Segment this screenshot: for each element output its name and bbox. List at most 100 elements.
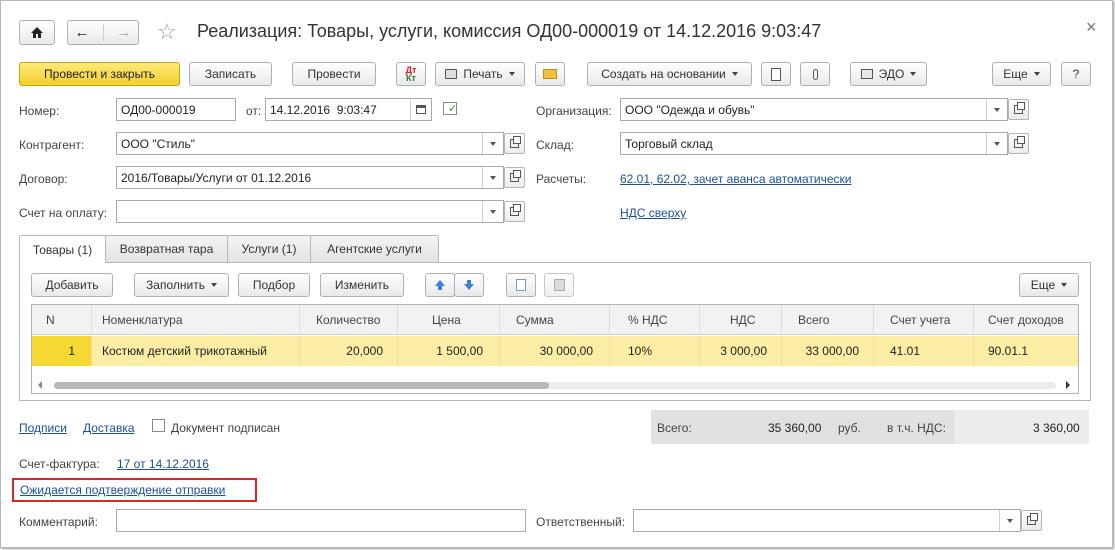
table-more-button[interactable]: Еще: [1019, 273, 1079, 297]
cell-n[interactable]: 1: [32, 336, 92, 366]
table-row[interactable]: 1 Костюм детский трикотажный 20,000 1 50…: [32, 336, 1078, 366]
dt-kt-button[interactable]: Дт Кт: [396, 62, 426, 86]
post-and-close-button[interactable]: Провести и закрыть: [19, 62, 180, 86]
col-quantity[interactable]: Количество: [300, 305, 398, 335]
chevron-down-icon[interactable]: [482, 201, 503, 222]
responsible-field[interactable]: [633, 509, 1021, 532]
print-label: Печать: [463, 67, 503, 81]
window-title: Реализация: Товары, услуги, комиссия ОД0…: [197, 21, 822, 41]
col-n[interactable]: N: [32, 305, 92, 335]
date-label: от:: [246, 104, 262, 118]
open-organization-button[interactable]: [1008, 99, 1029, 120]
move-up-button[interactable]: [425, 273, 455, 297]
cell-nomenclature[interactable]: Костюм детский трикотажный: [92, 336, 300, 366]
chevron-down-icon[interactable]: [482, 133, 503, 154]
cell-vat-rate[interactable]: 10%: [610, 336, 700, 366]
col-sum[interactable]: Сумма: [500, 305, 610, 335]
scroll-left-icon[interactable]: [38, 381, 42, 389]
chevron-down-icon[interactable]: [986, 99, 1007, 120]
counterparty-field[interactable]: ООО "Стиль": [116, 132, 504, 155]
organization-label: Организация:: [536, 104, 612, 118]
move-down-button[interactable]: [454, 273, 484, 297]
open-responsible-button[interactable]: [1021, 510, 1042, 531]
awaiting-confirmation-link[interactable]: Ожидается подтверждение отправки: [20, 483, 225, 497]
col-vat-rate[interactable]: % НДС: [610, 305, 700, 335]
cell-price[interactable]: 1 500,00: [398, 336, 500, 366]
col-nomenclature[interactable]: Номенклатура: [92, 305, 300, 335]
cell-sum[interactable]: 30 000,00: [500, 336, 610, 366]
more-label: Еще: [1003, 67, 1028, 81]
comment-field[interactable]: [116, 509, 526, 532]
contract-field[interactable]: 2016/Товары/Услуги от 01.12.2016: [116, 166, 504, 189]
print-button[interactable]: Печать: [435, 62, 525, 86]
cell-account[interactable]: 41.01: [874, 336, 974, 366]
delivery-link[interactable]: Доставка: [83, 421, 135, 435]
tab-services[interactable]: Услуги (1): [227, 235, 311, 262]
posted-status-icon: ✓: [443, 102, 457, 115]
scrollbar-thumb[interactable]: [54, 382, 549, 389]
tab-returnable-packaging[interactable]: Возвратная тара: [105, 235, 228, 262]
date-field[interactable]: 14.12.2016 9:03:47: [265, 98, 432, 121]
document-signed-checkbox[interactable]: [152, 419, 165, 432]
email-button[interactable]: [535, 62, 565, 86]
paste-rows-button[interactable]: [544, 273, 574, 297]
tab-agent-services[interactable]: Агентские услуги: [310, 235, 439, 262]
vat-on-top-link[interactable]: НДС сверху: [620, 206, 686, 220]
favorite-star-icon[interactable]: ☆: [157, 19, 177, 45]
help-button[interactable]: ?: [1061, 62, 1091, 86]
envelope-icon: [543, 69, 557, 79]
contract-value: 2016/Товары/Услуги от 01.12.2016: [121, 170, 312, 185]
copy-icon: [516, 279, 526, 291]
total-label: Всего:: [657, 421, 692, 435]
scroll-right-icon[interactable]: [1066, 381, 1070, 389]
settlements-label: Расчеты:: [536, 172, 587, 186]
invoice-for-payment-field[interactable]: [116, 200, 504, 223]
cell-vat[interactable]: 3 000,00: [700, 336, 782, 366]
open-icon: [1014, 102, 1025, 114]
invoice-for-payment-label: Счет на оплату:: [19, 206, 108, 220]
open-invoice-button[interactable]: [504, 201, 525, 222]
post-button[interactable]: Провести: [292, 62, 376, 86]
cell-income-account[interactable]: 90.01.1: [974, 336, 1078, 366]
pick-button[interactable]: Подбор: [238, 273, 310, 297]
edo-button[interactable]: ЭДО: [850, 62, 927, 86]
open-warehouse-button[interactable]: [1008, 133, 1029, 154]
tab-goods[interactable]: Товары (1): [19, 235, 106, 263]
report-button[interactable]: [761, 62, 791, 86]
col-account[interactable]: Счет учета: [874, 305, 974, 335]
open-counterparty-button[interactable]: [504, 133, 525, 154]
fill-button[interactable]: Заполнить: [134, 273, 229, 297]
invoice-link[interactable]: 17 от 14.12.2016: [117, 457, 209, 471]
forward-arrow-icon[interactable]: →: [117, 24, 132, 41]
save-button[interactable]: Записать: [189, 62, 272, 86]
chevron-down-icon[interactable]: [986, 133, 1007, 154]
horizontal-scrollbar[interactable]: [32, 378, 1078, 393]
col-vat[interactable]: НДС: [700, 305, 782, 335]
more-button[interactable]: Еще: [992, 62, 1051, 86]
paperclip-icon: [812, 68, 818, 80]
number-field[interactable]: ОД00-000019: [116, 98, 236, 121]
cell-total[interactable]: 33 000,00: [782, 336, 874, 366]
create-based-on-button[interactable]: Создать на основании: [587, 62, 752, 86]
col-income-account[interactable]: Счет доходов: [974, 305, 1078, 335]
open-icon: [1014, 136, 1025, 148]
warehouse-field[interactable]: Торговый склад: [620, 132, 1008, 155]
document-icon: [771, 67, 781, 81]
organization-field[interactable]: ООО "Одежда и обувь": [620, 98, 1008, 121]
settlements-link[interactable]: 62.01, 62.02, зачет аванса автоматически: [620, 172, 851, 186]
copy-row-button[interactable]: [506, 273, 536, 297]
col-total[interactable]: Всего: [782, 305, 874, 335]
close-icon[interactable]: ×: [1086, 17, 1097, 38]
home-button[interactable]: [19, 20, 55, 45]
cell-quantity[interactable]: 20,000: [300, 336, 398, 366]
calendar-icon[interactable]: [410, 99, 431, 120]
back-arrow-icon[interactable]: ←: [75, 24, 90, 41]
add-row-button[interactable]: Добавить: [31, 273, 113, 297]
chevron-down-icon[interactable]: [482, 167, 503, 188]
open-contract-button[interactable]: [504, 167, 525, 188]
signatures-link[interactable]: Подписи: [19, 421, 67, 435]
attachments-button[interactable]: [800, 62, 830, 86]
col-price[interactable]: Цена: [398, 305, 500, 335]
change-button[interactable]: Изменить: [320, 273, 404, 297]
chevron-down-icon[interactable]: [999, 510, 1020, 531]
